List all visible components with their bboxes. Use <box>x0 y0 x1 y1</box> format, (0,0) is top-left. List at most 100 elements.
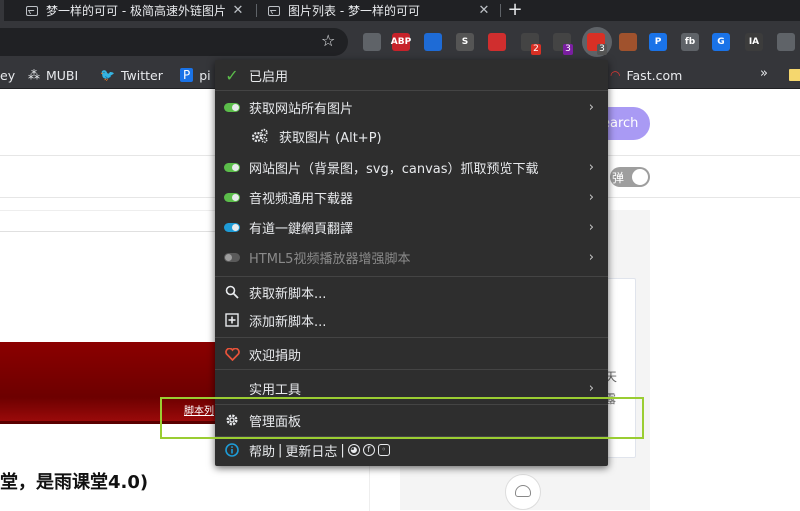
bookmark-label: Twitter <box>120 67 163 83</box>
toggle-switch[interactable] <box>223 160 241 174</box>
abp-extension-icon[interactable]: ABP <box>391 33 411 51</box>
changelog-link[interactable]: 更新日志 <box>285 441 337 460</box>
menu-item-label: 欢迎捐助 <box>249 348 302 364</box>
shield-extension-icon[interactable] <box>363 33 381 51</box>
menu-separator <box>215 369 608 370</box>
link-separator: | <box>278 442 283 458</box>
highlight-annotation-box <box>160 397 644 439</box>
info-icon <box>223 443 241 457</box>
menu-item-enabled[interactable]: ✓ 已启用 <box>215 61 608 89</box>
link-separator: | <box>340 442 345 458</box>
menu-item-script[interactable]: 获取网站所有图片 › <box>215 93 608 121</box>
chevron-right-icon: › <box>588 159 594 175</box>
article-title[interactable]: 堂，是雨课堂4.0) <box>0 468 148 494</box>
toolbar: ☆ ABP S 2 3 3 Pfb G IA <box>0 21 800 61</box>
ia-extension-icon[interactable]: IA <box>745 33 763 51</box>
chevron-right-icon: › <box>588 380 594 396</box>
toggle-switch-icon <box>224 192 240 202</box>
mubi-icon: ⁂ <box>28 68 40 82</box>
translate-extension-icon[interactable]: G <box>712 33 730 51</box>
menu-item-label: 获取图片 (Alt+P) <box>279 130 382 146</box>
cookie-extension-icon[interactable] <box>619 33 637 51</box>
search-icon <box>223 285 241 299</box>
tab-image-host[interactable]: 梦一样的可可 - 极简高速外链图片 ✕ <box>20 0 252 21</box>
extension-badge: 3 <box>597 44 607 55</box>
menu-item-label: 获取网站所有图片 <box>249 101 354 117</box>
tab-strip: 梦一样的可可 - 极简高速外链图片 ✕ 图片列表 - 梦一样的可可 ✕ + <box>0 0 800 21</box>
close-icon[interactable]: ✕ <box>476 3 492 18</box>
menu-item-label: 已启用 <box>249 69 289 85</box>
toggle-label: 弹 <box>612 171 625 185</box>
menu-item-label: 网站图片（背景图，svg，canvas）抓取预览下载 <box>249 161 539 177</box>
toggle-switch-icon <box>224 162 240 172</box>
close-icon[interactable]: ✕ <box>230 3 246 18</box>
bookmark-twitter[interactable]: 🐦 Twitter <box>100 67 163 83</box>
wand-extension-icon[interactable] <box>488 33 506 51</box>
bookmark-label: Fast.com <box>626 67 683 83</box>
menu-item-script[interactable]: 获取图片 (Alt+P) <box>215 122 608 150</box>
toggle-switch[interactable] <box>223 250 241 264</box>
toggle-switch-icon <box>224 252 240 262</box>
checkmark-icon: ✓ <box>225 65 239 85</box>
tab-title: 梦一样的可可 - 极简高速外链图片 <box>46 4 226 18</box>
chevron-right-icon: › <box>588 189 594 205</box>
bookmark-item[interactable]: ey <box>0 67 15 83</box>
menu-item-label: 音视频通用下载器 <box>249 191 354 207</box>
chevron-right-icon: › <box>588 219 594 235</box>
tab-separator <box>500 4 501 17</box>
menu-item-label: 实用工具 <box>249 382 302 398</box>
p-extension-icon[interactable]: P <box>649 33 667 51</box>
bookmark-label: MUBI <box>46 67 79 83</box>
chevron-right-icon: › <box>588 249 594 265</box>
toggle-switch[interactable] <box>223 100 241 114</box>
menu-separator <box>215 90 608 91</box>
menu-item-add-new-script[interactable]: 添加新脚本... <box>215 306 608 334</box>
image-icon <box>26 5 38 16</box>
menu-item-donate[interactable]: 欢迎捐助 <box>215 340 608 368</box>
extension-badge: 3 <box>563 44 573 55</box>
menu-item-get-new-scripts[interactable]: 获取新脚本... <box>215 278 608 306</box>
toggle-switch-icon <box>224 102 240 112</box>
fb-extension-icon[interactable]: fb <box>681 33 699 51</box>
bookmark-mubi[interactable]: ⁂ MUBI <box>28 67 78 83</box>
toggle-switch[interactable] <box>223 190 241 204</box>
tab-image-list[interactable]: 图片列表 - 梦一样的可可 ✕ <box>262 0 498 21</box>
image-icon <box>268 5 280 16</box>
bookmark-fastcom[interactable]: ◠ Fast.com <box>610 67 682 83</box>
menu-separator <box>215 276 608 277</box>
toggle-switch-icon <box>224 222 240 232</box>
instagram-icon[interactable]: ◦ <box>377 444 390 456</box>
new-tab-button[interactable]: + <box>505 0 525 21</box>
more-bookmarks-chevron-icon[interactable]: » <box>760 66 768 81</box>
add-box-icon <box>223 313 241 327</box>
extension-badge: 2 <box>531 44 541 55</box>
gears-icon <box>251 128 269 144</box>
tab-active-fragment[interactable] <box>0 0 4 21</box>
menu-item-script[interactable]: HTML5视频播放器增强脚本 › <box>215 243 608 271</box>
puzzle-extension-icon[interactable] <box>777 33 795 51</box>
heart-icon <box>223 347 241 361</box>
fastcom-icon: ◠ <box>610 68 621 82</box>
github-icon[interactable]: ◕ <box>347 444 360 456</box>
help-link[interactable]: 帮助 <box>249 441 275 460</box>
help-links: 帮助 | 更新日志 | ◕ f ◦ <box>249 441 390 460</box>
address-bar[interactable]: ☆ <box>0 28 348 56</box>
toggle-switch[interactable] <box>223 220 241 234</box>
folder-icon[interactable] <box>789 69 800 81</box>
s-extension-icon[interactable]: S <box>456 33 474 51</box>
firefox-like-extension-icon[interactable] <box>424 33 442 51</box>
chevron-right-icon: › <box>588 99 594 115</box>
menu-item-script[interactable]: 网站图片（背景图，svg，canvas）抓取预览下载 › <box>215 153 608 181</box>
menu-item-script[interactable]: 有道一鍵網頁翻譯 › <box>215 213 608 241</box>
tab-title: 图片列表 - 梦一样的可可 <box>288 4 420 18</box>
bookmark-star-icon[interactable]: ☆ <box>321 31 335 50</box>
menu-item-script[interactable]: 音视频通用下载器 › <box>215 183 608 211</box>
menu-separator <box>215 337 608 338</box>
pixiv-icon: P <box>180 68 194 82</box>
facebook-icon[interactable]: f <box>362 444 375 456</box>
bookmark-pi[interactable]: P pi <box>180 67 211 83</box>
menu-item-label: 有道一鍵網頁翻譯 <box>249 221 354 237</box>
menu-item-label: HTML5视频播放器增强脚本 <box>249 251 411 267</box>
menu-item-help-row: 帮助 | 更新日志 | ◕ f ◦ <box>215 436 608 464</box>
bookmark-label: ey <box>0 67 16 83</box>
